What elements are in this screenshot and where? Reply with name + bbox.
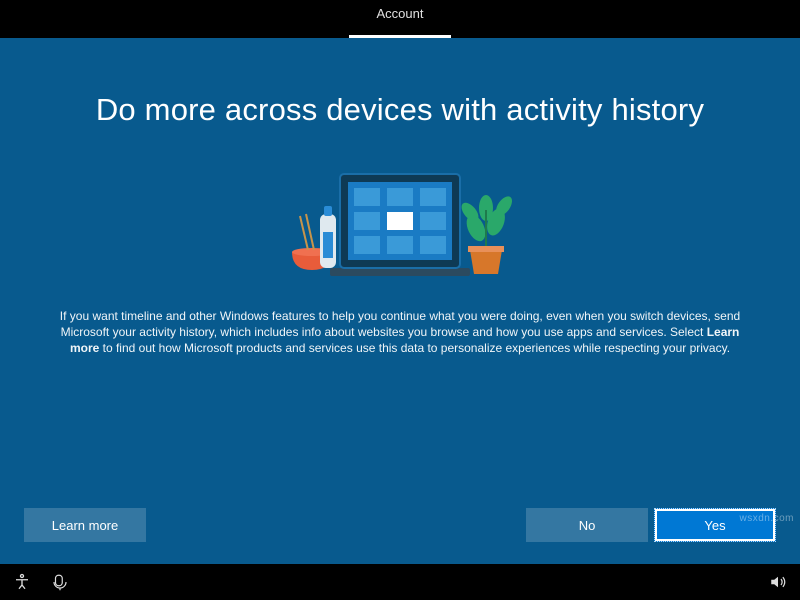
learn-more-button-label: Learn more bbox=[52, 518, 118, 533]
main-content: Do more across devices with activity his… bbox=[0, 38, 800, 564]
activity-history-illustration bbox=[270, 156, 530, 286]
volume-icon[interactable] bbox=[768, 572, 788, 592]
ime-icon[interactable] bbox=[50, 572, 70, 592]
no-button-label: No bbox=[579, 518, 596, 533]
no-button[interactable]: No bbox=[526, 508, 648, 542]
description-part1: If you want timeline and other Windows f… bbox=[60, 309, 740, 339]
system-bar bbox=[0, 564, 800, 600]
watermark: wsxdn.com bbox=[739, 513, 794, 524]
tab-account[interactable]: Account bbox=[349, 0, 452, 38]
description-part2: to find out how Microsoft products and s… bbox=[99, 341, 730, 355]
button-row: Learn more No Yes bbox=[0, 508, 800, 542]
yes-button-label: Yes bbox=[704, 518, 725, 533]
learn-more-button[interactable]: Learn more bbox=[24, 508, 146, 542]
description-text: If you want timeline and other Windows f… bbox=[48, 308, 752, 357]
setup-header: Account bbox=[0, 0, 800, 38]
tab-account-label: Account bbox=[377, 6, 424, 21]
page-title: Do more across devices with activity his… bbox=[96, 92, 704, 128]
ease-of-access-icon[interactable] bbox=[12, 572, 32, 592]
